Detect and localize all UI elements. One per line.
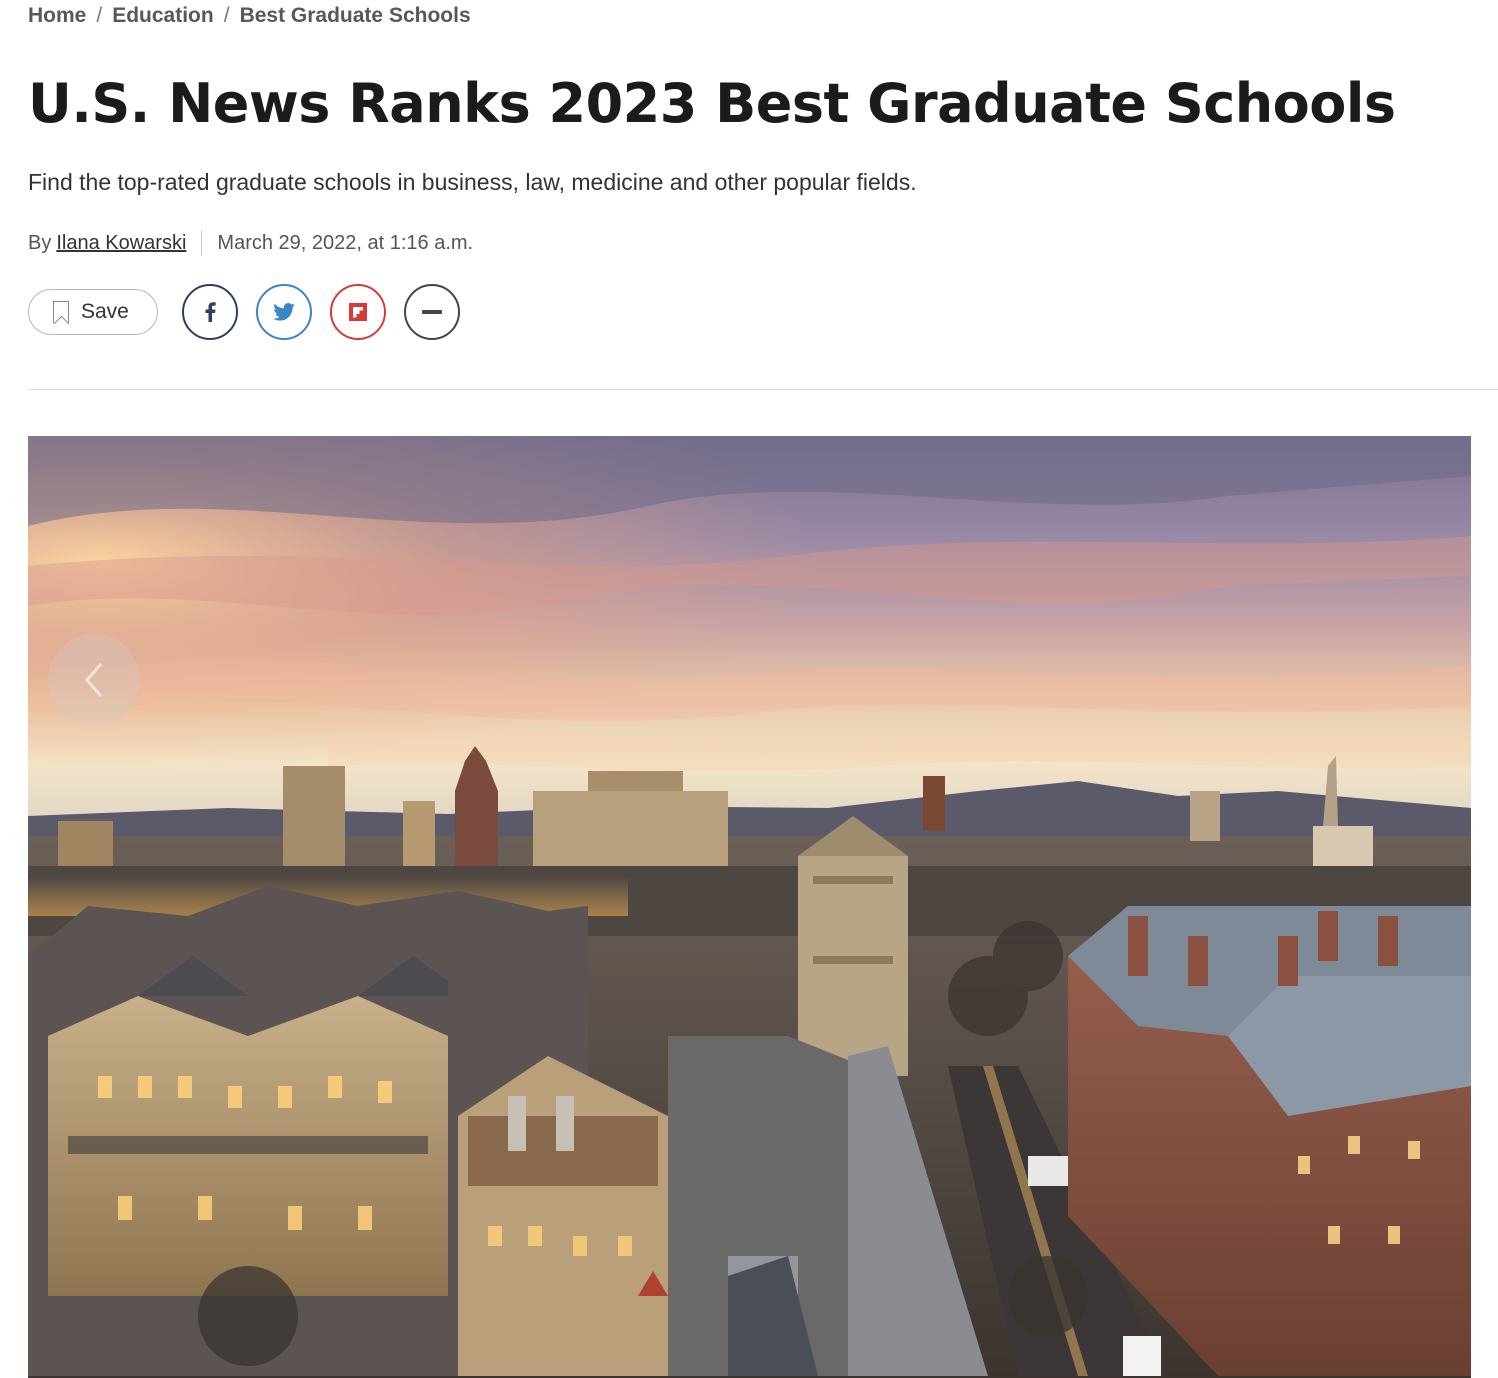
hero-image bbox=[28, 436, 1471, 1378]
byline: By Ilana Kowarski March 29, 2022, at 1:1… bbox=[28, 230, 473, 256]
section-divider bbox=[28, 389, 1498, 390]
breadcrumb-home[interactable]: Home bbox=[28, 4, 86, 28]
breadcrumb-separator: / bbox=[223, 4, 230, 27]
gallery-prev-button[interactable] bbox=[48, 634, 140, 726]
breadcrumb: Home / Education / Best Graduate Schools bbox=[28, 4, 471, 28]
facebook-share-button[interactable] bbox=[182, 284, 238, 340]
flipboard-share-button[interactable] bbox=[330, 284, 386, 340]
chevron-left-icon bbox=[85, 663, 103, 697]
by-label: By bbox=[28, 231, 52, 254]
breadcrumb-best-graduate-schools[interactable]: Best Graduate Schools bbox=[240, 4, 471, 28]
article-subtitle: Find the top-rated graduate schools in b… bbox=[28, 169, 917, 195]
page-title: U.S. News Ranks 2023 Best Graduate Schoo… bbox=[28, 72, 1396, 135]
breadcrumb-education[interactable]: Education bbox=[112, 4, 214, 28]
twitter-share-button[interactable] bbox=[256, 284, 312, 340]
flipboard-icon bbox=[349, 303, 367, 321]
breadcrumb-separator: / bbox=[96, 4, 103, 27]
facebook-icon bbox=[205, 302, 216, 322]
byline-divider bbox=[201, 230, 203, 256]
more-share-button[interactable] bbox=[404, 284, 460, 340]
twitter-icon bbox=[273, 303, 295, 321]
save-button[interactable]: Save bbox=[28, 289, 158, 335]
author-link[interactable]: Ilana Kowarski bbox=[56, 232, 186, 255]
campus-photo bbox=[28, 436, 1471, 1378]
publish-date: March 29, 2022, at 1:16 a.m. bbox=[217, 231, 474, 254]
bookmark-icon bbox=[53, 301, 69, 323]
article-actions: Save bbox=[28, 284, 460, 340]
more-icon bbox=[422, 310, 442, 314]
save-label: Save bbox=[81, 300, 129, 323]
